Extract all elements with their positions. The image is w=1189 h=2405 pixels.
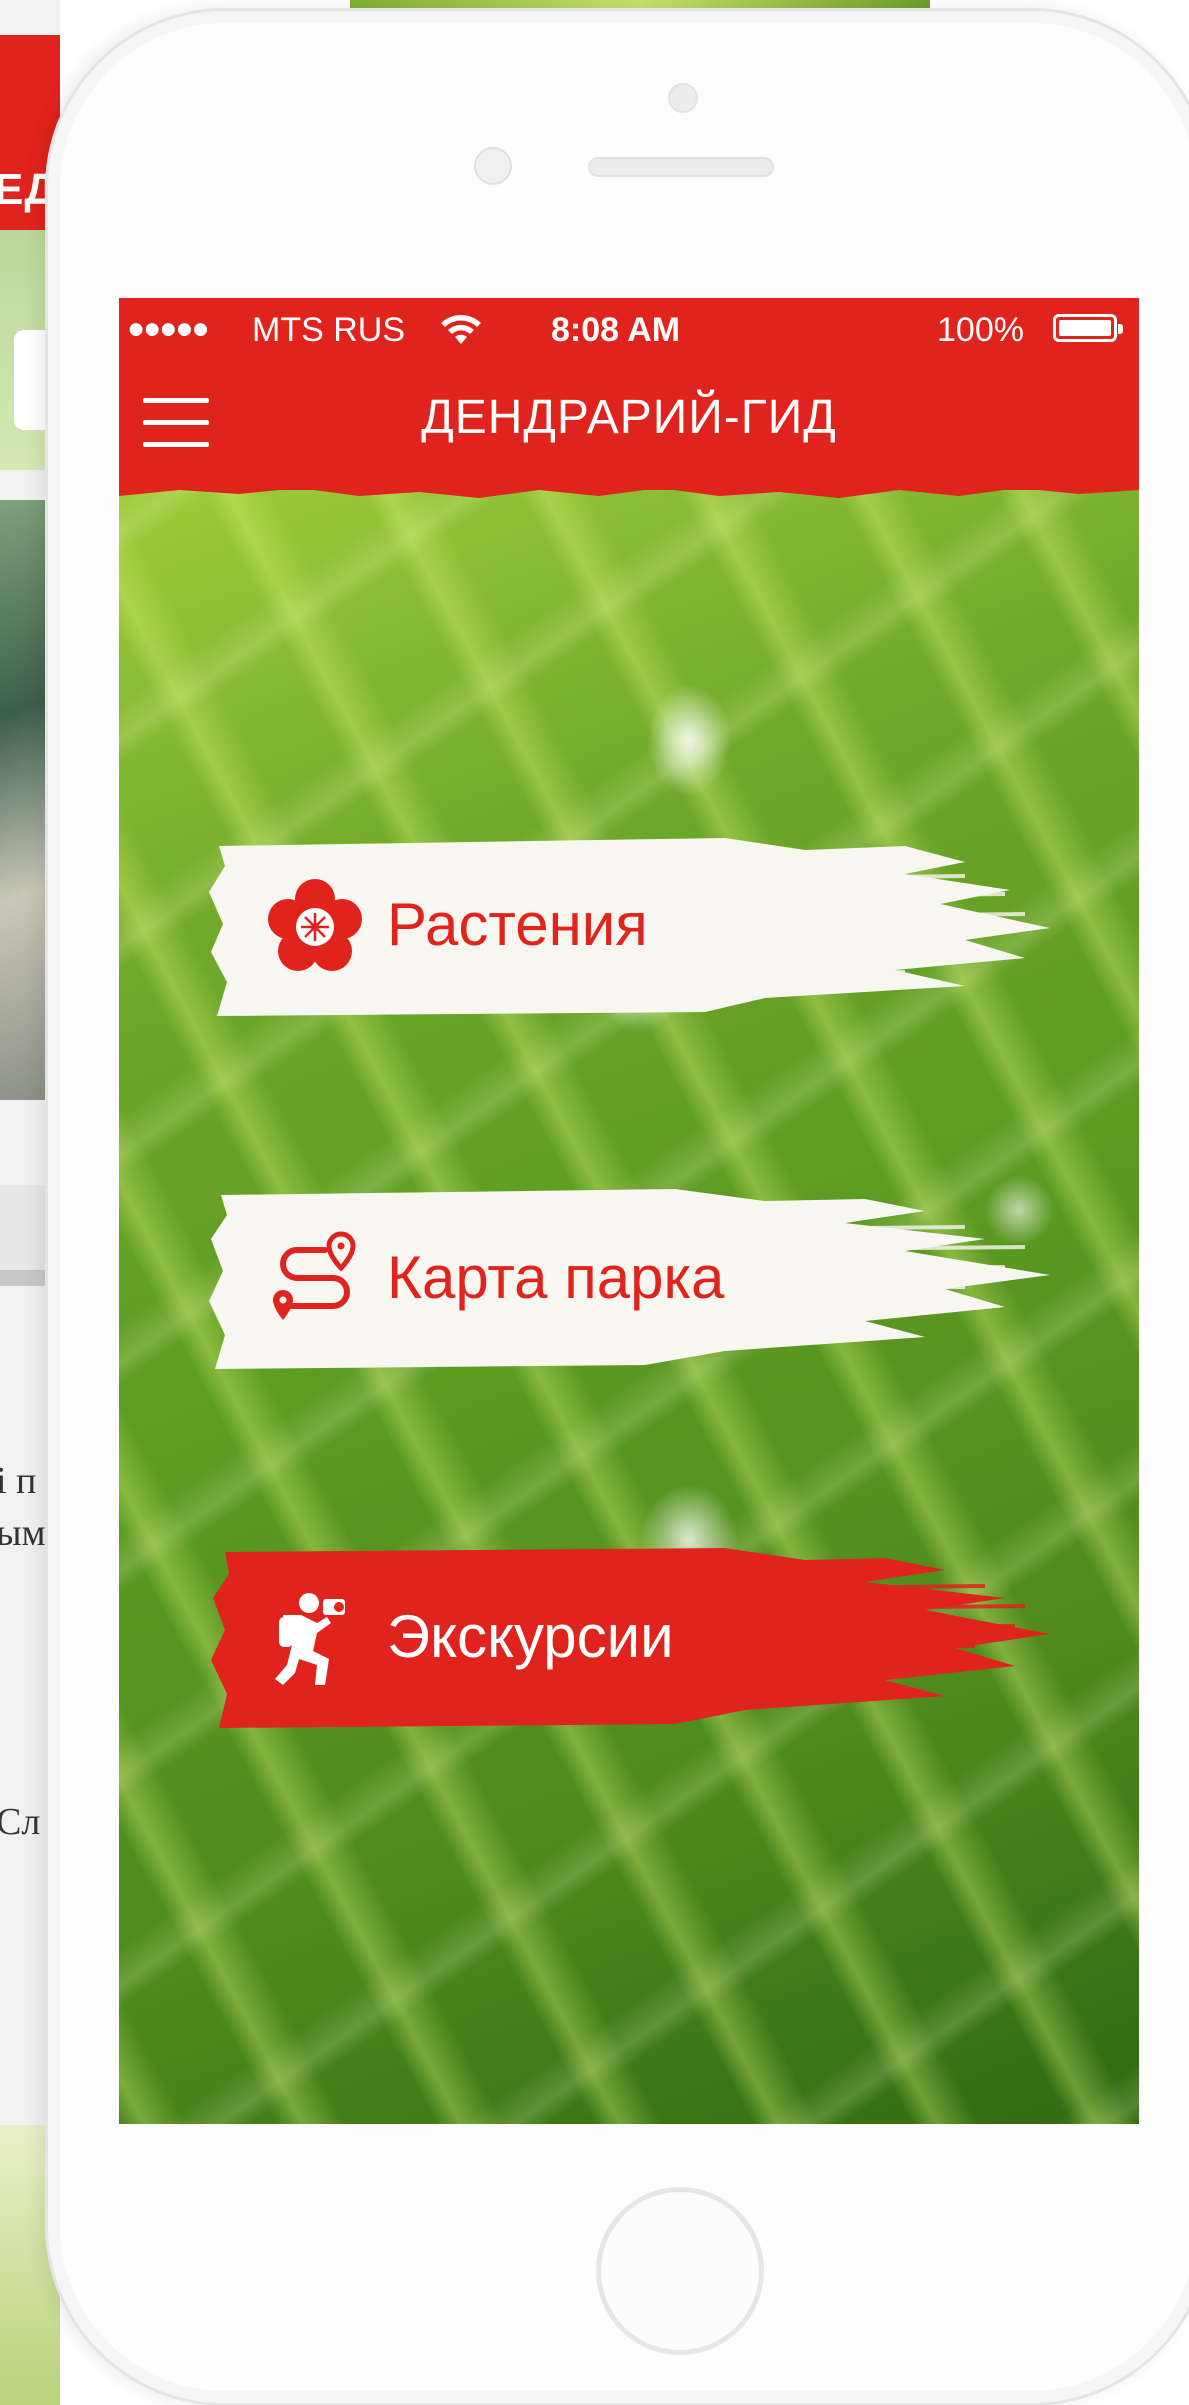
navigation-bar: ДЕНДРАРИЙ-ГИД [119, 360, 1139, 490]
navbar-torn-edge [119, 478, 1139, 498]
route-map-icon [273, 1231, 356, 1320]
earpiece-speaker [588, 157, 774, 177]
background-text-line-2: ым [0, 1512, 46, 1554]
park-map-button[interactable]: Карта парка [205, 1185, 1050, 1375]
app-title: ДЕНДРАРИЙ-ГИД [421, 391, 837, 444]
stage: ЕД і п ым Сл ●●●●● MTS RUS 8:08 AM 100% … [0, 0, 1189, 2405]
excursions-button[interactable]: Экскурсии [205, 1544, 1050, 1734]
carrier-name: MTS RUS [252, 311, 405, 349]
wifi-icon [441, 315, 481, 344]
status-bar: ●●●●● MTS RUS 8:08 AM 100% [119, 298, 1139, 360]
flower-icon [268, 879, 362, 971]
proximity-sensor [474, 147, 512, 185]
photographer-icon [275, 1593, 345, 1685]
front-camera [668, 83, 698, 113]
signal-strength: ●●●●● [127, 312, 210, 345]
app-screen: ●●●●● MTS RUS 8:08 AM 100% ДЕНДРАРИЙ-ГИД [119, 298, 1139, 2124]
excursions-label: Экскурсии [387, 1603, 674, 1670]
main-content: Растения Карта парка Экскурсии [119, 490, 1139, 2124]
clock: 8:08 AM [551, 311, 681, 349]
plants-button[interactable]: Растения [205, 832, 1050, 1022]
battery-icon [1053, 314, 1123, 342]
park-map-label: Карта парка [387, 1244, 725, 1311]
home-button[interactable] [596, 2187, 764, 2355]
plants-label: Растения [387, 891, 648, 958]
background-text-line-1: і п [0, 1460, 37, 1502]
background-link-text: Сл [0, 1801, 41, 1843]
background-text: і п ым [0, 1455, 46, 1559]
battery-percentage: 100% [937, 311, 1024, 349]
